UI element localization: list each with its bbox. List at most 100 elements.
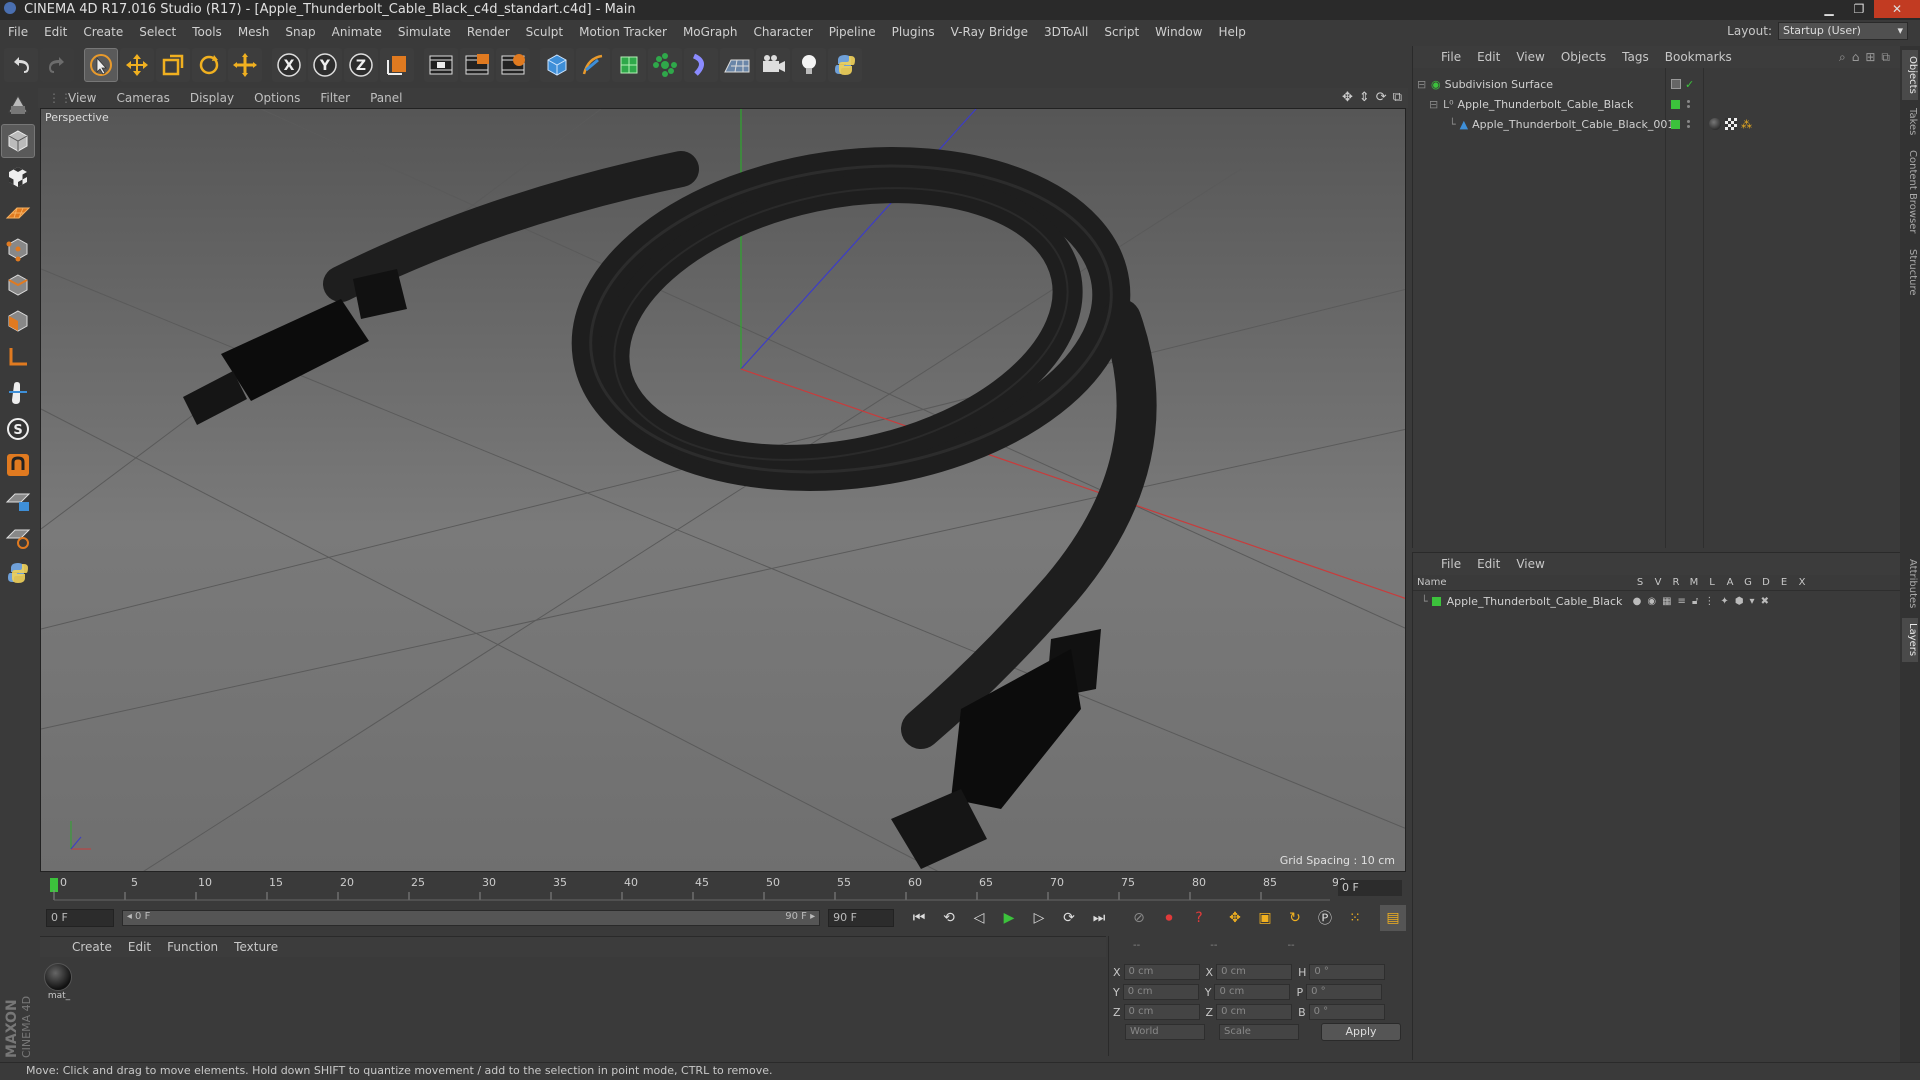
material-menu-function[interactable]: Function	[159, 940, 226, 954]
menu-pipeline[interactable]: Pipeline	[821, 20, 884, 44]
menu-window[interactable]: Window	[1147, 20, 1210, 44]
select-icon[interactable]	[84, 48, 118, 82]
rotation-b-field[interactable]: 0 °	[1308, 1004, 1385, 1020]
python-icon[interactable]	[828, 48, 862, 82]
rotation-p-field[interactable]: 0 °	[1306, 984, 1383, 1000]
objects-menu-objects[interactable]: Objects	[1553, 50, 1614, 64]
object-row[interactable]: └ ▲ Apple_Thunderbolt_Cable_Black_001 ⁂	[1413, 114, 1901, 134]
layer-generators-icon[interactable]: ✦	[1720, 596, 1728, 607]
menu-motion-tracker[interactable]: Motion Tracker	[571, 20, 675, 44]
menu-snap[interactable]: Snap	[277, 20, 323, 44]
menu-3dtoall[interactable]: 3DToAll	[1036, 20, 1096, 44]
menu-create[interactable]: Create	[75, 20, 131, 44]
layer-animation-icon[interactable]: ⋮	[1704, 596, 1714, 607]
material-menu-texture[interactable]: Texture	[226, 940, 286, 954]
subdivision-icon[interactable]	[612, 48, 646, 82]
scale-icon[interactable]	[156, 48, 190, 82]
column-view[interactable]: V	[1649, 577, 1667, 588]
edges-mode-icon[interactable]	[1, 268, 35, 302]
menu-vray-bridge[interactable]: V-Ray Bridge	[943, 20, 1036, 44]
layer-color-swatch[interactable]	[1671, 99, 1680, 109]
objects-menu-edit[interactable]: Edit	[1469, 50, 1508, 64]
column-deformers[interactable]: D	[1757, 577, 1775, 588]
tab-attributes[interactable]: Attributes	[1902, 554, 1918, 614]
tweak-icon[interactable]	[1, 376, 35, 410]
layer-color-swatch[interactable]	[1671, 79, 1681, 89]
pan-view-icon[interactable]: ✥	[1342, 90, 1353, 105]
timeline-window-icon[interactable]: ▤	[1380, 905, 1406, 931]
material-menu-edit[interactable]: Edit	[120, 940, 159, 954]
key-parameter-icon[interactable]: Ⓟ	[1312, 905, 1338, 931]
tab-structure[interactable]: Structure	[1902, 244, 1918, 300]
objects-menu-tags[interactable]: Tags	[1614, 50, 1657, 64]
column-generators[interactable]: G	[1739, 577, 1757, 588]
key-position-icon[interactable]: ✥	[1222, 905, 1248, 931]
close-button[interactable]: ✕	[1874, 0, 1920, 18]
x-axis-icon[interactable]: X	[272, 48, 306, 82]
render-settings-icon[interactable]	[496, 48, 530, 82]
viewport-menu-options[interactable]: Options	[244, 91, 310, 105]
collapse-toggle-icon[interactable]: ⊟	[1429, 98, 1443, 111]
maximize-view-icon[interactable]: ⧉	[1393, 90, 1402, 105]
snap-icon[interactable]: S	[1, 412, 35, 446]
layer-name[interactable]: Apple_Thunderbolt_Cable_Black	[1447, 595, 1633, 608]
layer-view-icon[interactable]: ◉	[1647, 596, 1656, 607]
viewport-menu-display[interactable]: Display	[180, 91, 244, 105]
viewport-menu-view[interactable]: View	[58, 91, 106, 105]
menu-tools[interactable]: Tools	[184, 20, 230, 44]
dolly-view-icon[interactable]: ⇕	[1359, 90, 1370, 105]
next-key-icon[interactable]: ⟳	[1056, 905, 1082, 931]
menu-mesh[interactable]: Mesh	[230, 20, 278, 44]
column-render[interactable]: R	[1667, 577, 1685, 588]
points-mode-icon[interactable]	[1, 232, 35, 266]
workplane-icon[interactable]	[1, 196, 35, 230]
texture-mode-icon[interactable]	[1, 160, 35, 194]
object-row[interactable]: ⊟ ◉ Subdivision Surface ✓	[1413, 74, 1901, 94]
menu-plugins[interactable]: Plugins	[884, 20, 943, 44]
size-z-field[interactable]: 0 cm	[1216, 1004, 1293, 1020]
objects-menu-view[interactable]: View	[1508, 50, 1552, 64]
tab-objects[interactable]: Objects	[1902, 50, 1918, 100]
column-name[interactable]: Name	[1417, 577, 1631, 588]
y-axis-icon[interactable]: Y	[308, 48, 342, 82]
render-view-icon[interactable]	[424, 48, 458, 82]
end-frame-field[interactable]: 90 F	[828, 909, 894, 927]
layer-xref-icon[interactable]: ✖	[1761, 596, 1769, 607]
layers-menu-edit[interactable]: Edit	[1469, 557, 1508, 571]
menu-render[interactable]: Render	[459, 20, 518, 44]
viewport-menu-filter[interactable]: Filter	[310, 91, 360, 105]
layer-deformers-icon[interactable]: ⬢	[1735, 596, 1744, 607]
viewport-menu-cameras[interactable]: Cameras	[106, 91, 179, 105]
menu-simulate[interactable]: Simulate	[390, 20, 459, 44]
make-editable-icon[interactable]	[1, 88, 35, 122]
texture-tag-icon[interactable]	[1725, 118, 1737, 130]
autokey-icon[interactable]: ?	[1186, 905, 1212, 931]
size-mode-select[interactable]: Scale	[1219, 1024, 1299, 1040]
rotation-h-field[interactable]: 0 °	[1309, 964, 1386, 980]
start-frame-field[interactable]: 0 F	[46, 909, 114, 927]
layer-manager-icon[interactable]: ≡	[1678, 596, 1686, 607]
material-tag-icon[interactable]	[1709, 118, 1721, 130]
floor-icon[interactable]	[720, 48, 754, 82]
layer-row[interactable]: └ Apple_Thunderbolt_Cable_Black ● ◉ ▦ ≡ …	[1413, 591, 1900, 611]
home-icon[interactable]: ⌂	[1852, 50, 1860, 65]
layers-menu-view[interactable]: View	[1508, 557, 1552, 571]
deformer-icon[interactable]	[684, 48, 718, 82]
rotate-icon[interactable]	[192, 48, 226, 82]
python-icon[interactable]	[1, 556, 35, 590]
new-view-icon[interactable]: ⊞	[1865, 50, 1875, 65]
material-swatch[interactable]: mat_	[44, 963, 74, 1001]
redo-icon[interactable]	[40, 48, 74, 82]
visibility-dots-icon[interactable]	[1687, 120, 1690, 128]
record-disabled-icon[interactable]: ⊘	[1126, 905, 1152, 931]
go-to-end-icon[interactable]: ⏭	[1086, 905, 1112, 931]
search-icon[interactable]: ⌕	[1839, 50, 1846, 65]
tab-content-browser[interactable]: Content Browser	[1902, 144, 1918, 240]
previous-frame-icon[interactable]: ◁	[966, 905, 992, 931]
viewport-menu-panel[interactable]: Panel	[360, 91, 412, 105]
current-frame-field[interactable]: 0 F	[1338, 880, 1402, 896]
collapse-toggle-icon[interactable]: ⊟	[1417, 78, 1431, 91]
magnet-icon[interactable]	[1, 448, 35, 482]
go-to-start-icon[interactable]: ⏮	[906, 905, 932, 931]
position-x-field[interactable]: 0 cm	[1123, 964, 1200, 980]
